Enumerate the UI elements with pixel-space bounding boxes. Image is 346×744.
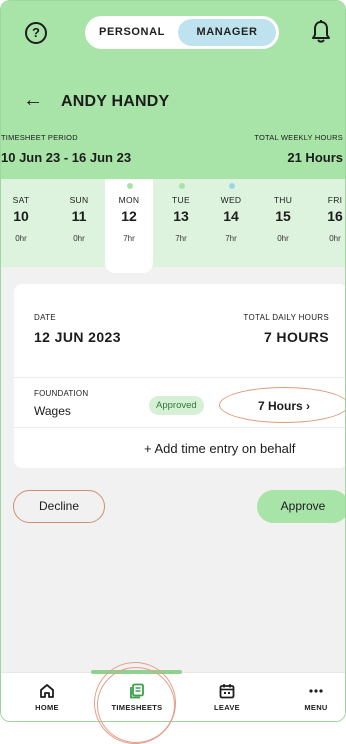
- day-wed[interactable]: WED 14 7hr: [207, 179, 255, 267]
- help-icon[interactable]: ?: [25, 22, 47, 44]
- role-toggle: PERSONAL MANAGER: [85, 16, 279, 49]
- day-date: 15: [275, 208, 291, 224]
- entry-category: FOUNDATION: [34, 389, 89, 398]
- day-name: FRI: [327, 195, 343, 205]
- toggle-manager[interactable]: MANAGER: [178, 19, 276, 46]
- top-bar: ? PERSONAL MANAGER: [1, 1, 345, 63]
- day-date: 11: [71, 208, 87, 224]
- nav-menu[interactable]: MENU: [299, 683, 333, 712]
- day-date: 12: [121, 208, 137, 224]
- day-name: MON: [118, 195, 140, 205]
- entry-hours: 7 Hours: [257, 399, 303, 413]
- day-thu[interactable]: THU 15 0hr: [259, 179, 307, 267]
- daily-hours-label: TOTAL DAILY HOURS: [243, 313, 329, 322]
- home-icon: [40, 684, 54, 698]
- divider: [14, 427, 345, 428]
- day-date: 16: [327, 208, 343, 224]
- nav-home[interactable]: HOME: [31, 683, 63, 712]
- nav-leave[interactable]: LEAVE: [209, 683, 245, 712]
- chevron-right-icon: ›: [306, 399, 311, 413]
- daily-hours-value: 7 HOURS: [263, 329, 329, 345]
- status-dot: [229, 183, 235, 189]
- day-hours: 0hr: [329, 234, 341, 243]
- day-detail-card: DATE 12 JUN 2023 TOTAL DAILY HOURS 7 HOU…: [14, 284, 345, 468]
- day-fri[interactable]: FRI 16 0hr: [311, 179, 345, 267]
- entry-hours-button[interactable]: 7 Hours ›: [219, 387, 345, 423]
- day-name: TUE: [172, 195, 190, 205]
- nav-leave-label: LEAVE: [214, 703, 240, 712]
- status-dot: [127, 183, 133, 189]
- day-hours: 0hr: [15, 234, 27, 243]
- date-value: 12 JUN 2023: [34, 329, 121, 345]
- add-time-entry-button[interactable]: + Add time entry on behalf: [144, 441, 295, 456]
- day-hours: 0hr: [277, 234, 289, 243]
- nav-home-label: HOME: [35, 703, 59, 712]
- weekly-hours-label: TOTAL WEEKLY HOURS: [254, 133, 343, 142]
- toggle-personal[interactable]: PERSONAL: [89, 19, 175, 46]
- status-dot: [179, 183, 185, 189]
- more-icon: [309, 689, 323, 693]
- period-label: TIMESHEET PERIOD: [1, 133, 78, 142]
- day-date: 10: [13, 208, 29, 224]
- period-value: 10 Jun 23 - 16 Jun 23: [1, 150, 132, 165]
- back-arrow-icon[interactable]: ←: [23, 90, 43, 110]
- weekly-hours-value: 21 Hours: [287, 150, 343, 165]
- day-hours: 7hr: [225, 234, 237, 243]
- day-hours: 0hr: [73, 234, 85, 243]
- day-hours: 7hr: [175, 234, 187, 243]
- date-label: DATE: [34, 313, 56, 322]
- day-name: SAT: [12, 195, 30, 205]
- day-sun[interactable]: SUN 11 0hr: [55, 179, 103, 267]
- day-tue[interactable]: TUE 13 7hr: [157, 179, 205, 267]
- annotation-circle: [97, 667, 175, 743]
- day-sat[interactable]: SAT 10 0hr: [1, 179, 45, 267]
- approve-button[interactable]: Approve: [257, 490, 345, 523]
- nav-menu-label: MENU: [304, 703, 328, 712]
- employee-name: ANDY HANDY: [61, 93, 170, 110]
- decline-button[interactable]: Decline: [13, 490, 105, 523]
- timesheet-header: ← ANDY HANDY TIMESHEET PERIOD 10 Jun 23 …: [1, 63, 345, 183]
- app-screen: ? PERSONAL MANAGER ← ANDY HANDY TIMESHEE…: [0, 0, 346, 722]
- day-mon[interactable]: MON 12 7hr: [105, 179, 153, 273]
- divider: [14, 377, 345, 378]
- status-badge: Approved: [149, 396, 204, 415]
- day-name: WED: [220, 195, 242, 205]
- day-name: THU: [273, 195, 293, 205]
- day-strip: SAT 10 0hr SUN 11 0hr MON 12 7hr TUE 13 7hr WED 14 7hr…: [1, 179, 345, 273]
- day-date: 14: [223, 208, 239, 224]
- day-hours: 7hr: [123, 234, 135, 243]
- entry-name: Wages: [34, 404, 71, 418]
- day-date: 13: [173, 208, 189, 224]
- calendar-icon: [219, 684, 235, 699]
- day-name: SUN: [69, 195, 89, 205]
- bell-icon[interactable]: [309, 19, 333, 45]
